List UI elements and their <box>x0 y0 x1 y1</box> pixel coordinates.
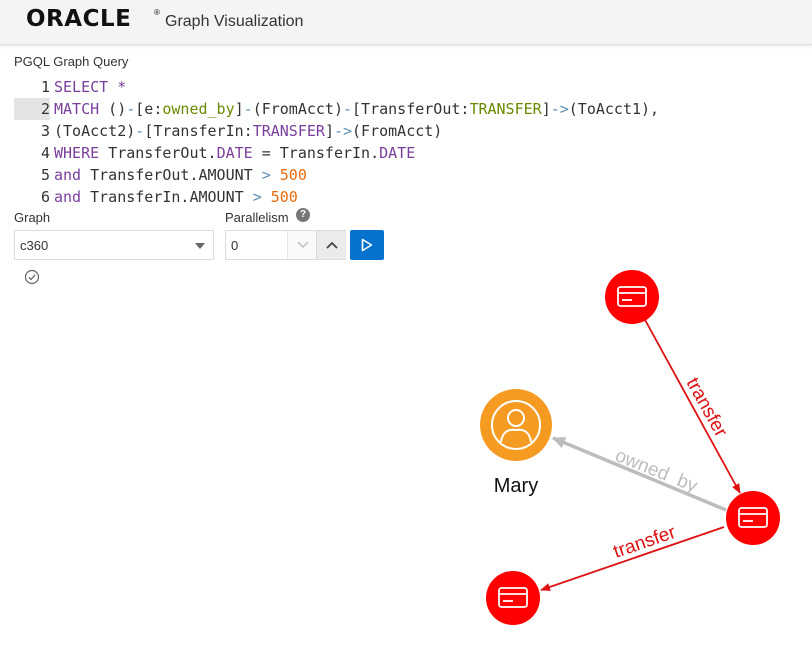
edge-label-transfer-bottom: transfer <box>611 522 679 563</box>
account-node-bottom[interactable] <box>486 571 540 625</box>
account-node-top[interactable] <box>605 270 659 324</box>
edge-label-owned-by: owned_by <box>612 445 701 497</box>
account-node-right[interactable] <box>726 491 780 545</box>
node-label-mary: Mary <box>494 475 538 497</box>
graph-canvas[interactable]: transfer owned_by transfer Mary <box>0 0 812 668</box>
person-node-mary[interactable] <box>480 389 552 461</box>
